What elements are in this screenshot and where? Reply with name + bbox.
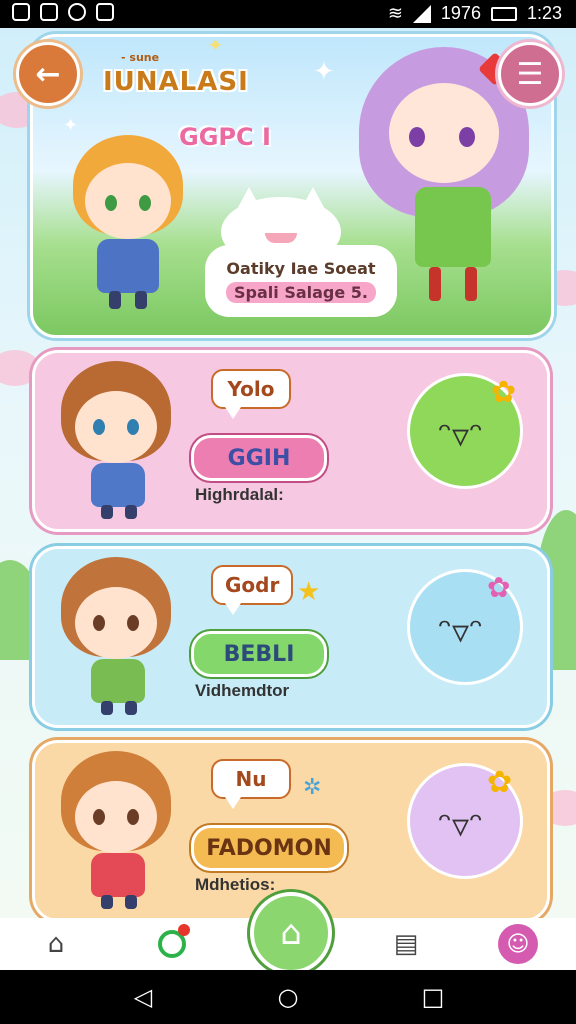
notification-icons	[12, 3, 114, 21]
notification-dot	[178, 924, 190, 936]
card-speech-bubble: Yolo	[211, 369, 291, 419]
flower-icon: ✿	[487, 571, 511, 604]
character-card-1[interactable]: Yolo GGIH Highrdalal: ᵔ▿ᵔ ✿	[32, 350, 550, 532]
hero-small-tag: - sune	[121, 51, 160, 64]
nav-timer[interactable]	[152, 924, 192, 964]
battery-icon	[490, 6, 517, 21]
document-icon: ▤	[393, 929, 419, 959]
sparkle-icon: ✲	[303, 775, 322, 800]
hero-bubble-line1: Oatiky Iae Soeat	[226, 259, 376, 278]
system-navigation-bar: ◁ ○ □	[0, 970, 576, 1024]
notification-icon-2	[40, 3, 58, 21]
battery-text: 1976	[440, 3, 481, 23]
flower-icon: ✿	[491, 375, 517, 410]
arrow-left-icon: ←	[35, 56, 61, 92]
back-button[interactable]: ←	[16, 42, 80, 106]
card-character-avatar	[51, 751, 181, 911]
system-recents-button[interactable]: □	[420, 983, 446, 1011]
sparkle-icon: ✦	[313, 57, 335, 87]
nav-profile[interactable]: ☺	[498, 924, 538, 964]
notification-icon-3	[68, 3, 86, 21]
card-label: Mdhetios:	[195, 875, 276, 894]
notification-icon-1	[12, 3, 30, 21]
profile-icon: ☺	[498, 924, 538, 964]
card-action-button[interactable]: BEBLI	[191, 631, 327, 677]
sparkle-icon: ✦	[207, 34, 224, 57]
hero-title: IUNALASI	[103, 67, 249, 97]
nav-home-button[interactable]: ⌂	[250, 892, 332, 974]
hero-bubble-line2: Spali Salage 5.	[226, 282, 376, 303]
system-back-button[interactable]: ◁	[130, 983, 156, 1011]
signal-icon	[412, 4, 431, 23]
character-orange-hair	[63, 135, 193, 315]
notification-icon-4	[96, 3, 114, 21]
card-character-avatar	[51, 557, 181, 717]
home-outline-icon: ⌂	[47, 929, 65, 959]
home-active-icon: ⌂	[280, 913, 302, 953]
wifi-icon: ≋	[387, 3, 403, 23]
character-card-2[interactable]: Godr ★ BEBLI Vidhemdtor ᵔ▿ᵔ ✿	[32, 546, 550, 728]
card-action-button[interactable]: FADOMON	[191, 825, 347, 871]
card-speech-bubble: Godr	[211, 565, 294, 615]
clock: 1:23	[526, 3, 562, 23]
card-label: Vidhemdtor	[195, 681, 290, 700]
nav-document[interactable]: ▤	[386, 924, 426, 964]
sparkle-icon: ✦	[63, 115, 79, 136]
hero-banner: ✦ ✦ ✦ IUNALASI - sune GGPC I Oatiky Iae …	[30, 34, 554, 338]
flower-icon: ✿	[487, 765, 513, 800]
star-icon: ★	[297, 577, 321, 607]
card-action-button[interactable]: GGIH	[191, 435, 327, 481]
system-home-button[interactable]: ○	[275, 983, 301, 1011]
nav-home-outline[interactable]: ⌂	[36, 924, 76, 964]
card-speech-bubble: Nu	[211, 759, 291, 809]
card-character-avatar	[51, 361, 181, 521]
hamburger-menu-icon: ☰	[516, 56, 544, 92]
menu-button[interactable]: ☰	[498, 42, 562, 106]
status-bar: ≋ 1976 1:23	[0, 0, 576, 28]
card-label: Highrdalal:	[195, 485, 284, 504]
